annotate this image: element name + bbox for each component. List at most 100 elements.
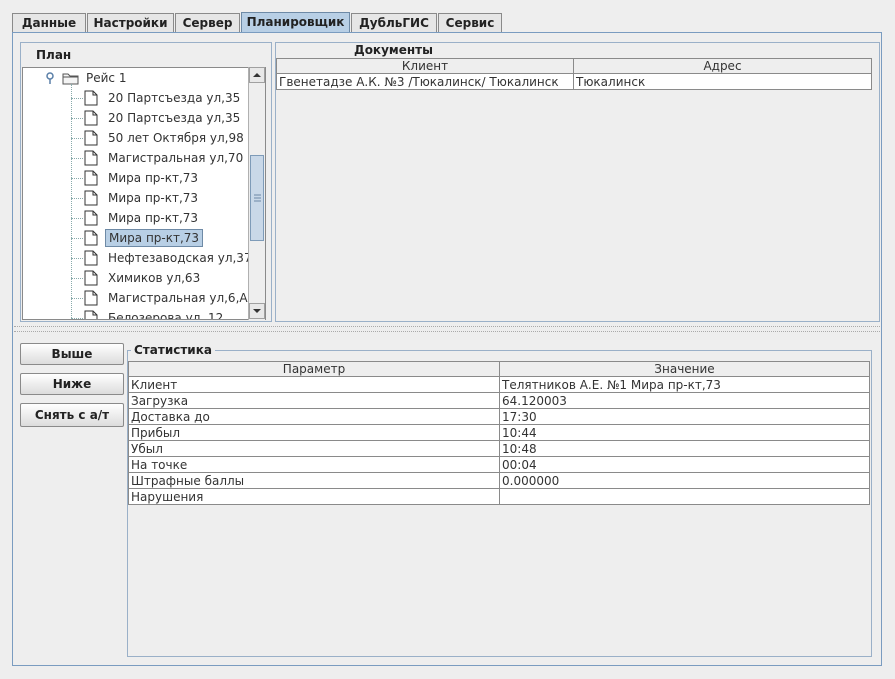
documents-col-client[interactable]: Клиент	[276, 58, 574, 74]
tree-branch-line	[71, 178, 83, 179]
statistics-value-cell[interactable]: 10:44	[499, 424, 870, 441]
scroll-up-button[interactable]	[249, 67, 265, 83]
tree-branch-line	[71, 198, 83, 199]
table-row[interactable]: Прибыл 10:44	[128, 424, 870, 441]
tab-planner[interactable]: Планировщик	[241, 12, 350, 33]
document-icon	[84, 190, 98, 206]
tree-branch-line	[71, 98, 83, 99]
document-icon	[84, 130, 98, 146]
table-row[interactable]: Доставка до 17:30	[128, 408, 870, 425]
document-icon	[84, 230, 98, 246]
tree-item-label: Мира пр-кт,73	[105, 229, 204, 247]
statistics-param-cell[interactable]: Убыл	[128, 440, 500, 457]
statistics-value-cell[interactable]: 64.120003	[499, 392, 870, 409]
tree-root[interactable]: Рейс 1	[23, 68, 251, 88]
move-up-button[interactable]: Выше	[20, 343, 124, 365]
tree-item[interactable]: Мира пр-кт,73	[23, 228, 251, 248]
tree-item-label: Нефтезаводская ул,37	[108, 251, 252, 265]
table-row[interactable]: Клиент Телятников А.Е. №1 Мира пр-кт,73	[128, 376, 870, 393]
documents-title: Документы	[354, 43, 433, 57]
tree-branch-line	[71, 278, 83, 279]
document-icon	[84, 290, 98, 306]
statistics-table[interactable]: Параметр Значение Клиент Телятников А.Е. …	[128, 361, 870, 505]
tree-root-label: Рейс 1	[86, 71, 127, 85]
tree-item-label: Белозерова ул, 12	[108, 311, 224, 320]
statistics-value-cell[interactable]: 10:48	[499, 440, 870, 457]
tab-server[interactable]: Сервер	[175, 13, 240, 33]
tree-branch-line	[71, 258, 83, 259]
folder-icon	[62, 73, 79, 85]
move-down-button[interactable]: Ниже	[20, 373, 124, 395]
document-icon	[84, 310, 98, 319]
statistics-param-cell[interactable]: Штрафные баллы	[128, 472, 500, 489]
statistics-param-cell[interactable]: На точке	[128, 456, 500, 473]
documents-table[interactable]: Клиент Адрес Гвенетадзе А.К. №3 /Тюкалин…	[276, 58, 872, 90]
tree-item[interactable]: Химиков ул,63	[23, 268, 251, 288]
arrow-up-icon	[253, 73, 261, 77]
document-icon	[84, 170, 98, 186]
tree-branch-line	[71, 298, 83, 299]
documents-cell[interactable]: Тюкалинск	[573, 73, 872, 90]
tree-item-label: Магистральная ул,70	[108, 151, 244, 165]
statistics-value-cell[interactable]: 17:30	[499, 408, 870, 425]
tree-branch-line	[71, 138, 83, 139]
tree-item[interactable]: Магистральная ул,70	[23, 148, 251, 168]
plan-tree-scrollbar[interactable]	[248, 67, 265, 320]
tree-item[interactable]: Мира пр-кт,73	[23, 208, 251, 228]
tab-settings[interactable]: Настройки	[87, 13, 174, 33]
tree-branch-line	[71, 118, 83, 119]
tab-service[interactable]: Сервис	[438, 13, 502, 33]
document-icon	[84, 110, 98, 126]
tree-item-label: 20 Партсъезда ул,35	[108, 111, 241, 125]
tree-item[interactable]: Мира пр-кт,73	[23, 188, 251, 208]
split-divider[interactable]	[14, 326, 880, 332]
statistics-col-parameter[interactable]: Параметр	[128, 361, 500, 377]
tree-item[interactable]: Белозерова ул, 12	[23, 308, 251, 320]
statistics-col-value[interactable]: Значение	[499, 361, 870, 377]
plan-tree[interactable]: Рейс 1 20 Партсъезда ул,35 20 Партсъезда …	[22, 67, 266, 320]
tree-item[interactable]: Мира пр-кт,73	[23, 168, 251, 188]
statistics-param-cell[interactable]: Загрузка	[128, 392, 500, 409]
tree-item[interactable]: Магистральная ул,6,А	[23, 288, 251, 308]
tab-dublgis[interactable]: ДубльГИС	[351, 13, 437, 33]
table-row[interactable]: Гвенетадзе А.К. №3 /Тюкалинск/ Тюкалинск…	[276, 73, 872, 90]
statistics-param-cell[interactable]: Нарушения	[128, 488, 500, 505]
tree-branch-line	[71, 158, 83, 159]
table-row[interactable]: Штрафные баллы 0.000000	[128, 472, 870, 489]
statistics-title: Статистика	[131, 343, 215, 357]
table-row[interactable]: Нарушения	[128, 488, 870, 505]
tree-item[interactable]: 50 лет Октября ул,98	[23, 128, 251, 148]
table-row[interactable]: На точке 00:04	[128, 456, 870, 473]
scroll-down-button[interactable]	[249, 303, 265, 319]
plan-title: План	[36, 48, 72, 62]
tree-branch-line	[71, 238, 83, 239]
tree-item-label: Мира пр-кт,73	[108, 211, 199, 225]
tree-item[interactable]: Нефтезаводская ул,37	[23, 248, 252, 268]
arrow-down-icon	[253, 309, 261, 313]
statistics-value-cell[interactable]: 0.000000	[499, 472, 870, 489]
statistics-value-cell[interactable]	[499, 488, 870, 505]
grip-icon	[254, 194, 261, 202]
tree-item-label: 20 Партсъезда ул,35	[108, 91, 241, 105]
document-icon	[84, 150, 98, 166]
documents-cell[interactable]: Гвенетадзе А.К. №3 /Тюкалинск/ Тюкалинск	[276, 73, 574, 90]
tree-item[interactable]: 20 Партсъезда ул,35	[23, 88, 251, 108]
document-icon	[84, 210, 98, 226]
remove-from-vehicle-button[interactable]: Снять с а/т	[20, 403, 124, 427]
tab-data[interactable]: Данные	[12, 13, 86, 33]
statistics-value-cell[interactable]: Телятников А.Е. №1 Мира пр-кт,73	[499, 376, 870, 393]
document-icon	[84, 90, 98, 106]
tree-branch-line	[71, 318, 83, 319]
statistics-param-cell[interactable]: Клиент	[128, 376, 500, 393]
documents-col-address[interactable]: Адрес	[573, 58, 872, 74]
table-row[interactable]: Убыл 10:48	[128, 440, 870, 457]
scroll-thumb[interactable]	[250, 155, 264, 241]
statistics-param-cell[interactable]: Доставка до	[128, 408, 500, 425]
tree-handle-icon[interactable]	[45, 72, 55, 84]
table-row[interactable]: Загрузка 64.120003	[128, 392, 870, 409]
statistics-param-cell[interactable]: Прибыл	[128, 424, 500, 441]
tree-item-label: 50 лет Октября ул,98	[108, 131, 244, 145]
statistics-value-cell[interactable]: 00:04	[499, 456, 870, 473]
tree-item[interactable]: 20 Партсъезда ул,35	[23, 108, 251, 128]
document-icon	[84, 270, 98, 286]
